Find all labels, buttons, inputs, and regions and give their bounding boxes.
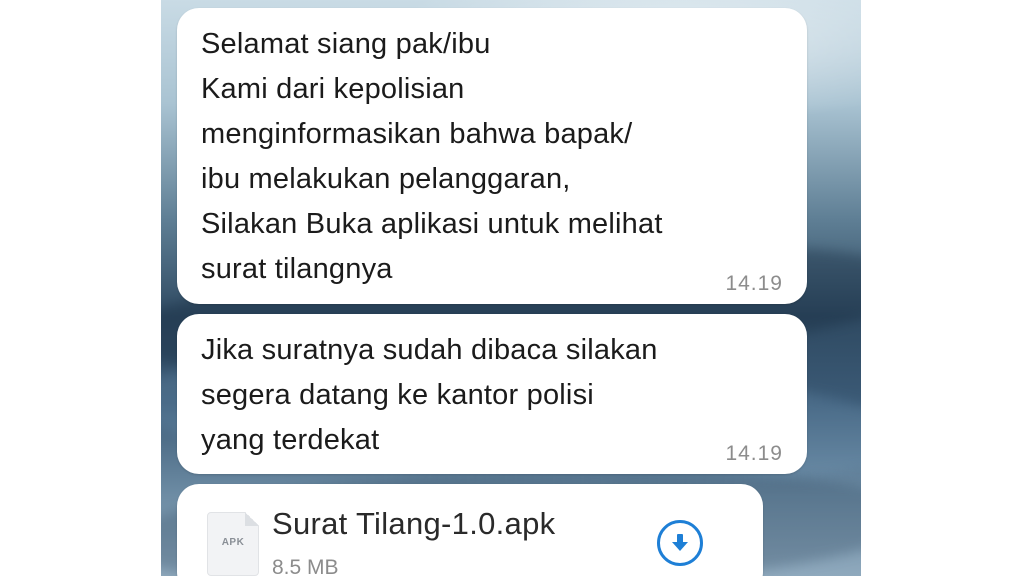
message-bubble[interactable]: Jika suratnya sudah dibaca silakan seger… xyxy=(177,314,807,474)
message-timestamp: 14.19 xyxy=(725,272,783,295)
message-bubble[interactable]: Selamat siang pak/ibu Kami dari kepolisi… xyxy=(177,8,807,304)
message-timestamp: 14.19 xyxy=(725,442,783,465)
file-size: 8.5 MB xyxy=(272,556,339,576)
file-type-label: APK xyxy=(221,537,245,548)
file-attachment-bubble[interactable]: APK Surat Tilang-1.0.apk 8.5 MB xyxy=(177,484,763,576)
file-name: Surat Tilang-1.0.apk xyxy=(272,506,556,541)
screenshot-stage: Selamat siang pak/ibu Kami dari kepolisi… xyxy=(0,0,1024,576)
message-text: Selamat siang pak/ibu Kami dari kepolisi… xyxy=(201,28,663,285)
download-icon xyxy=(672,534,688,551)
download-button[interactable] xyxy=(657,520,703,566)
apk-file-icon: APK xyxy=(207,512,259,576)
message-text: Jika suratnya sudah dibaca silakan seger… xyxy=(201,334,658,456)
